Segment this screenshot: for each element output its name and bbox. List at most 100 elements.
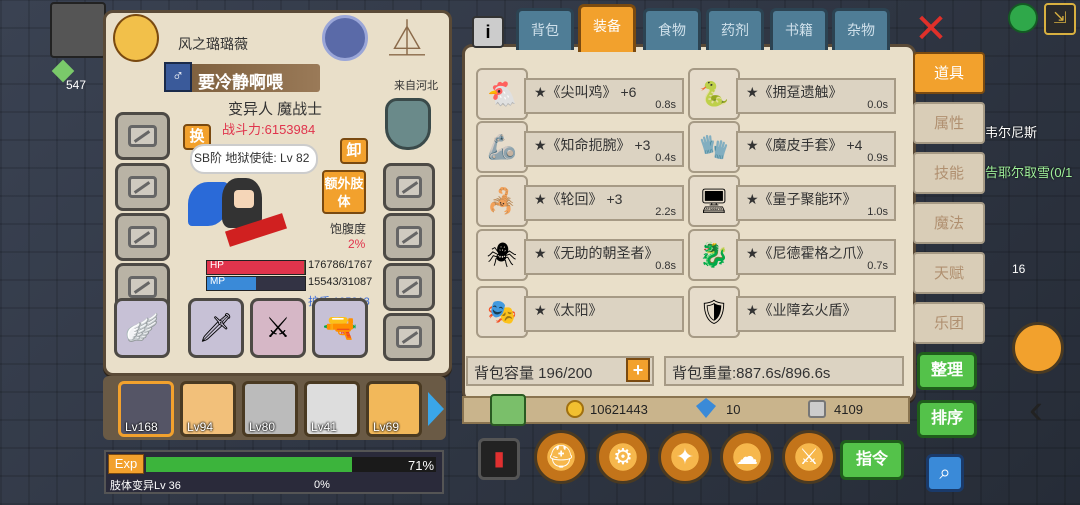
close-icon[interactable]: ✕ xyxy=(914,9,948,49)
inventory-item[interactable]: 🦂 ★《轮回》 +3 2.2s xyxy=(476,175,686,227)
unequip-button[interactable]: 卸 xyxy=(340,138,368,164)
teleport-icon[interactable] xyxy=(322,15,368,61)
hanger-icon[interactable]: ⏅ xyxy=(378,16,436,62)
power-label: 战斗力:6153984 xyxy=(222,122,316,137)
chicken-icon: 🐔 xyxy=(476,68,528,120)
side-tab-talent[interactable]: 天赋 xyxy=(913,252,985,294)
equip-slot-empty[interactable] xyxy=(383,213,435,261)
quest-text: 告耶尔取雪(0/1 xyxy=(985,165,1073,180)
party-member[interactable]: Lv94 xyxy=(180,381,236,437)
extra-limb-button[interactable]: 额外肢体 xyxy=(322,170,366,214)
storage-icon[interactable] xyxy=(490,394,526,426)
hp-label: HP xyxy=(210,260,224,271)
claw-icon: 🦂 xyxy=(476,175,528,227)
party-member[interactable]: Lv80 xyxy=(242,381,298,437)
inventory-item[interactable]: 🎭 ★《太阳》 xyxy=(476,286,686,338)
skill-helmet-icon[interactable]: ⛑ xyxy=(534,430,588,484)
equip-slot-empty[interactable] xyxy=(115,163,170,211)
skill-spin-icon[interactable]: ✦ xyxy=(658,430,712,484)
inventory-item[interactable]: 🐍 ★《拥趸遗触》 0.0s xyxy=(688,68,898,120)
equipped-wing-slot[interactable]: 🪽 xyxy=(114,298,170,358)
command-button[interactable]: 指令 xyxy=(840,440,904,480)
item-name: ★《业障玄火盾》 xyxy=(746,302,857,318)
equip-slot-empty[interactable] xyxy=(383,263,435,311)
player-name: 要冷静啊喂 xyxy=(198,73,283,92)
equip-slot-empty[interactable] xyxy=(383,163,435,211)
sun-mask-icon: 🎭 xyxy=(476,286,528,338)
gold-amount: 10621443 xyxy=(590,402,648,417)
player-avatar-hud[interactable] xyxy=(50,2,106,58)
side-tab-band[interactable]: 乐团 xyxy=(913,302,985,344)
inventory-item[interactable]: 🐔 ★《尖叫鸡》 +6 0.8s xyxy=(476,68,686,120)
tab-food[interactable]: 食物 xyxy=(643,8,701,50)
equipped-gun-slot[interactable]: 🔫 xyxy=(312,298,368,358)
item-name: ★《知命扼腕》 +3 xyxy=(534,137,651,153)
mp-value: 15543/31087 xyxy=(308,276,373,288)
skill-pillar-icon[interactable]: ⚙ xyxy=(596,430,650,484)
party-level: Lv168 xyxy=(125,420,158,434)
equip-slot-empty[interactable] xyxy=(115,112,170,160)
tab-book[interactable]: 书籍 xyxy=(770,8,828,50)
item-name: ★《尼德霍格之爪》 xyxy=(746,245,871,261)
party-level: Lv80 xyxy=(249,420,276,434)
side-tab-items[interactable]: 道具 xyxy=(913,52,985,94)
skill-blades-icon[interactable]: ⚔ xyxy=(782,430,836,484)
male-icon: ♂ xyxy=(164,62,192,92)
party-member[interactable]: Lv69 xyxy=(366,381,422,437)
globe-icon[interactable] xyxy=(1008,3,1038,33)
side-tab-skills[interactable]: 技能 xyxy=(913,152,985,194)
item-time: 0.0s xyxy=(867,99,888,111)
party-member[interactable]: Lv41 xyxy=(304,381,360,437)
diamond-amount: 10 xyxy=(726,402,741,417)
inventory-item[interactable]: 🧤 ★《魔皮手套》 +4 0.9s xyxy=(688,121,898,173)
info-icon[interactable]: i xyxy=(472,16,504,48)
sort-button[interactable]: 整理 xyxy=(917,352,977,390)
tab-misc[interactable]: 杂物 xyxy=(832,8,890,50)
hotbar-toggle-icon[interactable]: ▮ xyxy=(478,438,520,480)
equipped-sword-slot[interactable]: 🗡 xyxy=(188,298,244,358)
bag-capacity: 背包容量 196/200 xyxy=(474,365,593,382)
bag-weight: 背包重量:887.6s/896.6s xyxy=(672,365,831,382)
party-member[interactable]: Lv168 xyxy=(118,381,174,437)
side-tab-magic[interactable]: 魔法 xyxy=(913,202,985,244)
silver-coin-icon xyxy=(808,400,826,418)
tab-backpack[interactable]: 背包 xyxy=(516,8,574,50)
inventory-item[interactable]: 🕷 ★《无助的朝圣者》 0.8s xyxy=(476,229,686,281)
origin-label: 来自河北 xyxy=(394,80,438,92)
gold-coin-icon xyxy=(566,400,584,418)
tentacle-icon: 🐍 xyxy=(688,68,740,120)
navigation-arrow-icon[interactable]: ‹ xyxy=(1012,385,1060,433)
skill-cloud-icon[interactable]: ☁ xyxy=(720,430,774,484)
character-title: 风之璐璐薇 xyxy=(178,36,248,52)
expand-bag-button[interactable]: + xyxy=(626,358,650,382)
exit-icon[interactable]: ⇲ xyxy=(1044,3,1076,35)
search-icon[interactable]: ⌕ xyxy=(926,454,964,492)
hud-count: 547 xyxy=(66,78,87,92)
order-button[interactable]: 排序 xyxy=(917,400,977,438)
exp-bar xyxy=(146,457,436,472)
pet-crest-icon[interactable] xyxy=(385,98,431,150)
equip-slot-empty[interactable] xyxy=(115,213,170,261)
tab-equipment[interactable]: 装备 xyxy=(578,4,636,52)
limb-mutation-percent: 0% xyxy=(314,479,330,491)
equip-slot-empty[interactable] xyxy=(383,313,435,361)
tab-potion[interactable]: 药剂 xyxy=(706,8,764,50)
party-level: Lv94 xyxy=(187,420,214,434)
inventory-item[interactable]: 🦾 ★《知命扼腕》 +3 0.4s xyxy=(476,121,686,173)
equipped-blade-slot[interactable]: ⚔ xyxy=(250,298,306,358)
inventory-item[interactable]: 🐉 ★《尼德霍格之爪》 0.7s xyxy=(688,229,898,281)
winged-badge-icon xyxy=(113,14,159,62)
side-tab-attributes[interactable]: 属性 xyxy=(913,102,985,144)
item-name: ★《无助的朝圣者》 xyxy=(534,245,659,261)
action-icon[interactable] xyxy=(1012,322,1064,374)
map-name: 韦尔尼斯 xyxy=(985,125,1038,140)
hunger-label: 饱腹度 xyxy=(330,222,367,236)
exp-label: Exp xyxy=(108,454,144,474)
glove-icon: 🧤 xyxy=(688,121,740,173)
item-time: 0.8s xyxy=(655,260,676,272)
inventory-item[interactable]: 🛡 ★《业障玄火盾》 xyxy=(688,286,898,338)
item-time: 0.7s xyxy=(867,260,888,272)
inventory-item[interactable]: 🖥 ★《量子聚能环》 1.0s xyxy=(688,175,898,227)
hp-value: 176786/1767 xyxy=(308,259,373,271)
limb-mutation-label: 肢体变异Lv 36 xyxy=(110,480,181,492)
